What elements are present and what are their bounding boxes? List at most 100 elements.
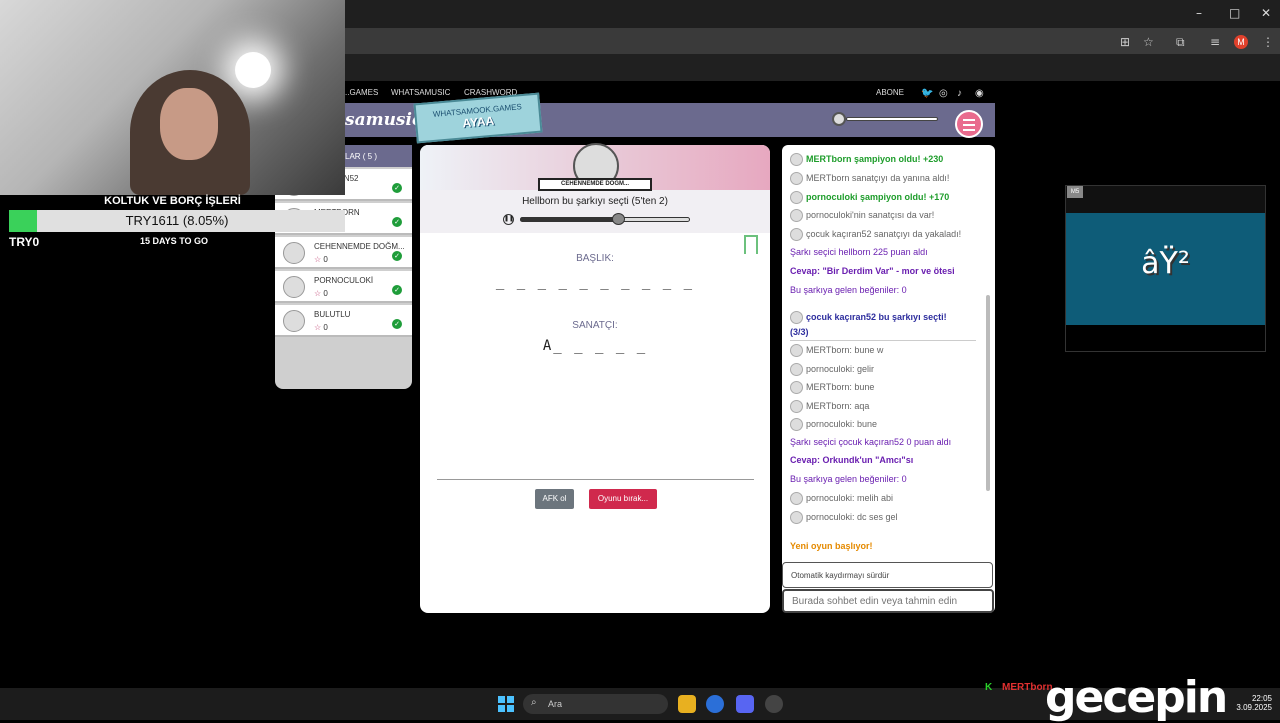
autoscroll-button[interactable]: Otomatik kaydırmayı sürdür: [782, 562, 993, 588]
donation-goal-days: 15 DAYS TO GO: [140, 236, 209, 246]
chat-message-text: pornoculoki: melih abi: [806, 492, 894, 503]
chat-avatar: [790, 344, 803, 357]
check-icon: ✓: [392, 183, 402, 193]
player-row[interactable]: PORNOCULOKİ ☆ 0 ✓: [275, 271, 412, 303]
donation-goal-text: TRY1611 (8.05%): [125, 213, 229, 228]
artist-label: SANATÇI:: [572, 320, 618, 331]
chat-message-text: MERTborn: bune: [806, 381, 875, 392]
chat-message: pornoculoki: melih abi: [790, 492, 893, 505]
more-menu-icon[interactable]: ⋮: [1262, 35, 1274, 49]
chat-message: Şarkı seçici hellborn 225 puan aldı: [790, 247, 928, 257]
hamburger-menu-button[interactable]: [955, 110, 983, 138]
browser-titlebar: [345, 0, 1280, 28]
check-icon: ✓: [392, 217, 402, 227]
chat-avatar: [790, 418, 803, 431]
twitter-icon[interactable]: 🐦: [921, 88, 933, 99]
media-controls-icon[interactable]: ≡: [1210, 35, 1220, 49]
player-score-value: 0: [323, 255, 328, 264]
pause-icon[interactable]: ❚❚: [503, 214, 514, 225]
chat-message: MERTborn: bune: [790, 381, 874, 394]
chat-message-text: Şarkı seçici hellborn 225 puan aldı: [790, 247, 928, 257]
file-explorer-icon[interactable]: [678, 695, 696, 713]
bookmark-star-icon[interactable]: ☆: [1143, 35, 1154, 49]
translate-icon[interactable]: ⊞: [1120, 35, 1130, 49]
chat-message: Cevap: Orkundk'un "Amcı"sı: [790, 455, 913, 465]
clock-date: 3.09.2025: [1236, 703, 1272, 712]
search-icon: ⌕: [531, 697, 537, 708]
volume-slider[interactable]: [846, 117, 938, 121]
chat-message-text: MERTborn: bune w: [806, 344, 884, 355]
chat-message-text: pornoculoki: bune: [806, 418, 878, 429]
extensions-icon[interactable]: ⧉: [1176, 35, 1185, 50]
chat-input[interactable]: [782, 589, 994, 613]
player-avatar: [283, 310, 305, 332]
chat-avatar: [790, 381, 803, 394]
instagram-icon[interactable]: ◎: [939, 88, 948, 99]
donation-goal-start: TRY0: [9, 235, 40, 249]
chat-message: MERTborn şampiyon oldu! +230: [790, 153, 943, 166]
chat-message: Şarkı seçici çocuk kaçıran52 0 puan aldı: [790, 437, 951, 447]
donation-goal-title: KOLTUK VE BORÇ İŞLERİ: [104, 195, 241, 207]
tiktok-icon[interactable]: ♪: [957, 88, 962, 99]
discord-taskbar-icon[interactable]: [736, 695, 754, 713]
nav-link-whatsamusic[interactable]: WHATSAMUSIC: [391, 88, 450, 97]
song-progress-knob[interactable]: [612, 213, 625, 225]
volume-icon[interactable]: [832, 112, 846, 126]
clock-time: 22:05: [1251, 694, 1272, 703]
player-avatar: [283, 242, 305, 264]
mini-preview-text: âŸ²: [1141, 246, 1190, 281]
chat-message-text: pornoculoki: gelir: [806, 363, 875, 374]
profile-avatar[interactable]: M: [1234, 35, 1248, 49]
chrome-icon[interactable]: [706, 695, 724, 713]
close-icon[interactable]: ✕: [1261, 6, 1271, 20]
site-logo[interactable]: samusic: [345, 110, 422, 130]
check-icon: ✓: [392, 285, 402, 295]
chat-separator: [790, 340, 976, 341]
player-name: BULUTLU: [314, 310, 351, 319]
chat-message-text: Şarkı seçici çocuk kaçıran52 0 puan aldı: [790, 436, 952, 447]
browser-toolbar: [345, 28, 1280, 54]
chat-message: çocuk kaçıran52 sanatçıyı da yakaladı!: [790, 228, 962, 242]
chat-message-text: çocuk kaçıran52 sanatçıyı da yakaladı!: [806, 229, 962, 240]
chat-message-text: MERTborn: aqa: [806, 400, 870, 411]
discord-icon[interactable]: ◉: [975, 88, 984, 99]
taskbar-clock[interactable]: 22:05 3.09.2025: [1232, 694, 1272, 712]
chat-message: pornoculoki şampiyon oldu! +170: [790, 190, 949, 204]
chat-message: pornoculoki'nin sanatçısı da var!: [790, 209, 935, 223]
chat-message: MERTborn sanatçıyı da yanına aldı!: [790, 171, 950, 185]
player-row[interactable]: BULUTLU ☆ 0 ✓: [275, 305, 412, 337]
chooser-status-text: Hellborn bu şarkıyı seçti (5'ten 2): [522, 196, 668, 207]
chat-message-text: pornoculoki: dc ses gel: [806, 511, 898, 522]
chat-message: MERTborn: aqa: [790, 399, 870, 413]
player-score-value: 0: [323, 323, 328, 332]
check-icon: ✓: [392, 251, 402, 261]
windows-start-icon[interactable]: [498, 696, 514, 712]
nav-link-games[interactable]: ..GAMES: [345, 88, 378, 97]
new-game-message: Yeni oyun başlıyor!: [790, 541, 873, 551]
player-row[interactable]: CEHENNEMDE DOĞM... ☆ 0 ✓: [275, 237, 412, 269]
chat-message: MERTborn: bune w: [790, 344, 883, 357]
player-name: PORNOCULOKİ: [314, 276, 374, 285]
chat-avatar: [790, 399, 803, 413]
quit-game-button[interactable]: Oyunu bırak...: [589, 489, 657, 509]
chat-message-text: Cevap: "Bir Derdim Var" - mor ve ötesi: [790, 265, 955, 276]
nav-link-abone[interactable]: ABONE: [876, 88, 904, 97]
webcam-face: [160, 88, 218, 160]
obs-icon[interactable]: [765, 695, 783, 713]
round-header: çocuk kaçıran52 bu şarkıyı seçti!: [790, 311, 947, 324]
chooser-name-ribbon: CEHENNEMDE DOĞM...: [538, 178, 652, 191]
afk-button[interactable]: AFK ol: [535, 489, 574, 509]
chat-message-text: MERTborn sanatçıyı da yanına aldı!: [806, 172, 950, 183]
taskbar-search[interactable]: Ara: [523, 694, 668, 714]
check-icon: ✓: [392, 319, 402, 329]
brand-logo: gecepin: [1045, 672, 1228, 723]
minimize-icon[interactable]: –: [1196, 6, 1202, 20]
chat-message-text: pornoculoki'nin sanatçısı da var!: [806, 210, 935, 221]
chat-avatar: [790, 209, 803, 223]
maximize-icon[interactable]: □: [1229, 6, 1240, 20]
chat-message-text: MERTborn şampiyon oldu! +230: [806, 153, 944, 164]
bookmark-icon[interactable]: [744, 235, 758, 254]
chat-scrollbar[interactable]: [986, 295, 990, 491]
chat-message: Bu şarkıya gelen beğeniler: 0: [790, 285, 907, 295]
site-nav: ..GAMES WHATSAMUSIC CRASHWORD ABONE 🐦 ◎ …: [345, 81, 995, 103]
